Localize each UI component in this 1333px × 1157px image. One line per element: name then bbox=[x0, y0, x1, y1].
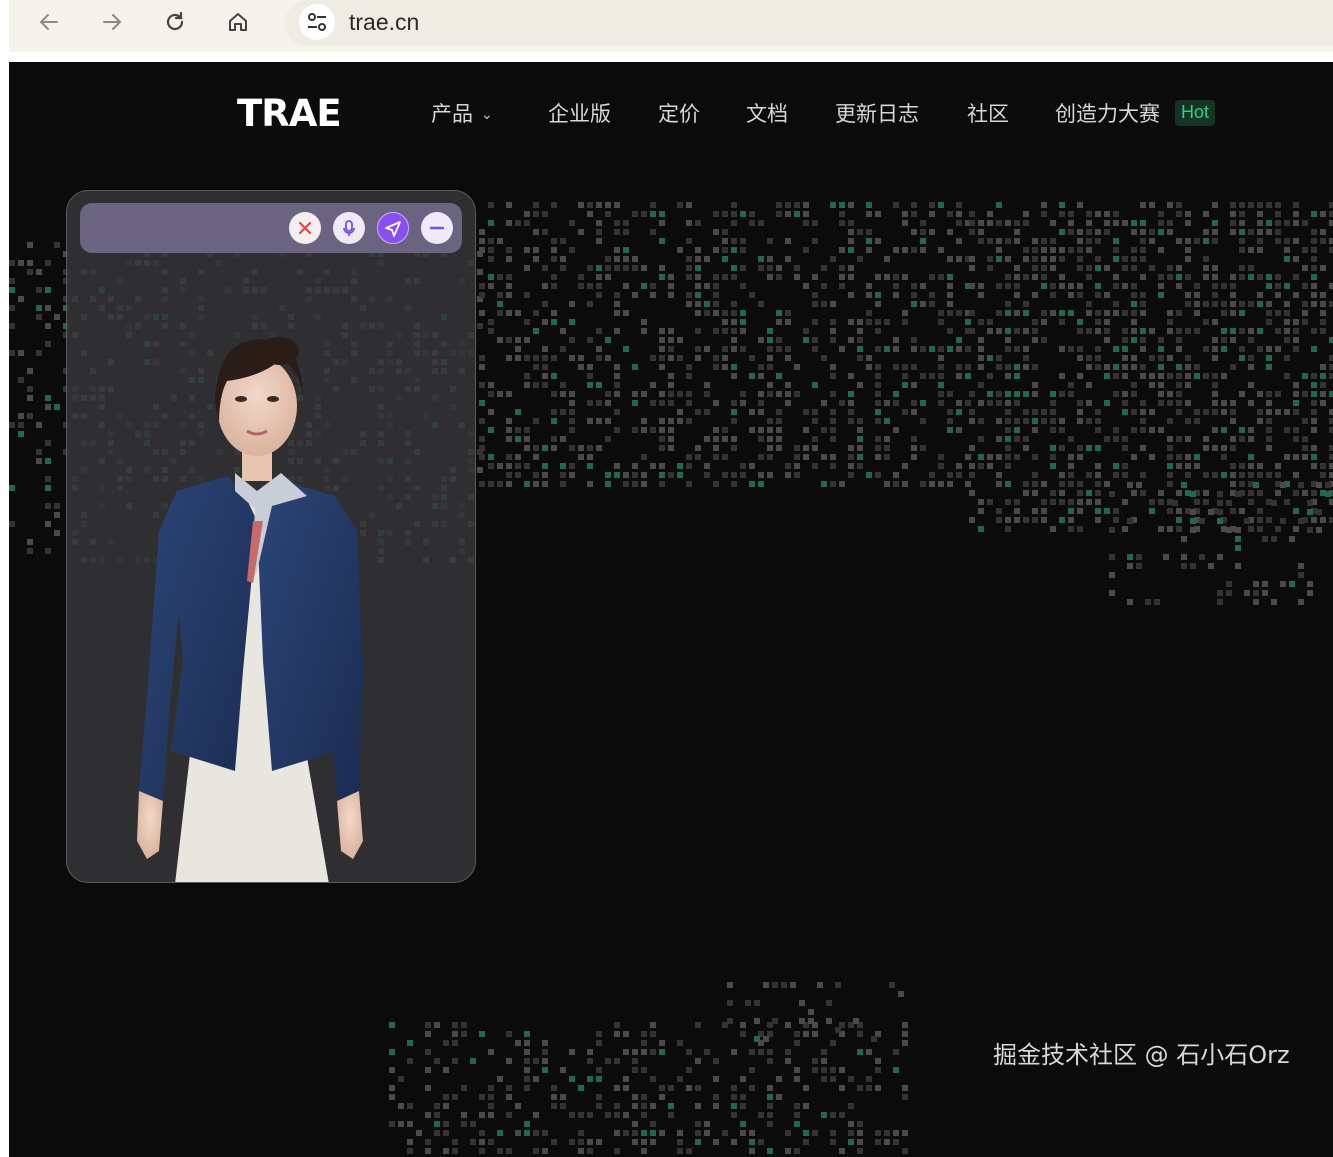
microphone-icon bbox=[343, 220, 355, 236]
close-icon bbox=[298, 221, 312, 235]
nav-docs[interactable]: 文档 bbox=[746, 98, 788, 128]
nav-pricing[interactable]: 定价 bbox=[658, 98, 700, 128]
nav-community[interactable]: 社区 bbox=[967, 98, 1009, 128]
arrow-left-icon bbox=[39, 14, 58, 30]
send-icon bbox=[385, 221, 401, 237]
tune-icon bbox=[308, 13, 326, 31]
reload-icon bbox=[166, 11, 184, 31]
minimize-button[interactable] bbox=[421, 212, 453, 244]
nav-product-label: 产品 bbox=[431, 102, 473, 126]
page-top-gap bbox=[9, 52, 1333, 62]
home-icon bbox=[229, 13, 247, 31]
digital-human-widget[interactable] bbox=[66, 190, 476, 883]
chevron-down-icon: ⌄ bbox=[481, 107, 493, 123]
url-text[interactable]: trae.cn bbox=[349, 9, 419, 36]
digital-human-avatar bbox=[137, 337, 363, 882]
trae-logo[interactable]: TRAE bbox=[237, 94, 357, 130]
nav-product[interactable]: 产品 ⌄ bbox=[431, 98, 493, 128]
back-button[interactable] bbox=[31, 4, 67, 40]
send-button[interactable] bbox=[377, 212, 409, 244]
nav-contest[interactable]: 创造力大赛 bbox=[1055, 98, 1160, 128]
arrow-right-icon bbox=[103, 14, 122, 30]
svg-text:TRAE: TRAE bbox=[237, 94, 341, 130]
browser-toolbar: trae.cn bbox=[9, 0, 1333, 52]
address-bar[interactable]: trae.cn bbox=[285, 0, 1333, 46]
nav-changelog[interactable]: 更新日志 bbox=[835, 98, 919, 128]
home-button[interactable] bbox=[220, 4, 256, 40]
minimize-icon bbox=[429, 226, 445, 230]
site-navigation: TRAE 产品 ⌄ 企业版 定价 文档 更新日志 社区 创造力大赛 bbox=[9, 82, 1333, 142]
avatar-chat-input[interactable] bbox=[80, 203, 462, 253]
nav-enterprise[interactable]: 企业版 bbox=[548, 98, 611, 128]
trae-homepage: TRAE 产品 ⌄ 企业版 定价 文档 更新日志 社区 创造力大赛 Hot bbox=[9, 62, 1333, 1157]
watermark: 掘金技术社区 @ 石小石Orz bbox=[993, 1041, 1290, 1069]
site-info-button[interactable] bbox=[299, 4, 335, 40]
reload-button[interactable] bbox=[157, 4, 193, 40]
microphone-button[interactable] bbox=[333, 212, 365, 244]
close-button[interactable] bbox=[289, 212, 321, 244]
hot-badge: Hot bbox=[1175, 100, 1216, 126]
forward-button[interactable] bbox=[94, 4, 130, 40]
